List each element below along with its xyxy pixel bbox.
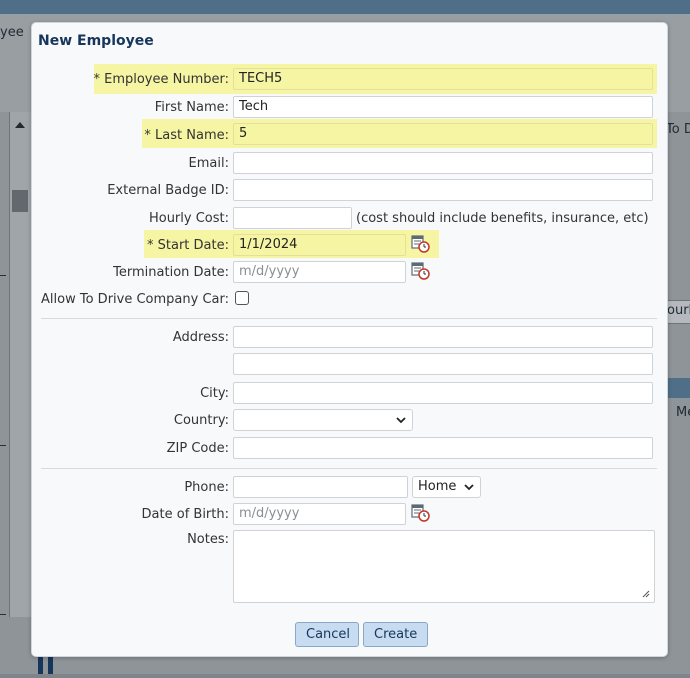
calendar-clock-icon[interactable] (410, 233, 432, 255)
background-tick (0, 614, 6, 615)
phone-label: Phone: (184, 480, 229, 495)
background-text-fragment: yee (0, 25, 24, 40)
address-line1-input[interactable] (233, 326, 653, 348)
email-label: Email: (188, 156, 229, 171)
employee-number-input[interactable]: TECH5 (233, 68, 653, 90)
country-label: Country: (173, 413, 229, 428)
background-text-fragment: Me (676, 405, 690, 420)
section-divider (41, 468, 657, 469)
zip-code-label: ZIP Code: (166, 441, 229, 456)
background-tick (0, 445, 6, 446)
allow-drive-checkbox[interactable] (235, 291, 249, 305)
background-header-fragment (665, 378, 690, 398)
start-date-label: * Start Date: (147, 238, 229, 253)
chevron-down-icon (396, 417, 406, 424)
city-input[interactable] (233, 382, 653, 404)
country-select[interactable] (233, 409, 413, 431)
calendar-clock-icon[interactable] (410, 502, 432, 524)
background-scrollbar (9, 112, 32, 617)
calendar-clock-icon[interactable] (410, 260, 432, 282)
termination-date-label: Termination Date: (113, 265, 229, 280)
allow-drive-label: Allow To Drive Company Car: (41, 292, 229, 307)
address-label: Address: (172, 330, 229, 345)
external-badge-id-input[interactable] (233, 179, 653, 201)
create-button[interactable]: Create (363, 622, 428, 647)
background-text-fragment: ourly (667, 303, 690, 318)
address-line2-input[interactable] (233, 353, 653, 375)
background-scrollbar-thumb (12, 190, 28, 212)
notes-textarea[interactable] (233, 530, 655, 603)
chevron-down-icon (464, 484, 474, 491)
hourly-cost-hint: (cost should include benefits, insurance… (356, 211, 649, 226)
last-name-input[interactable]: 5 (233, 123, 653, 145)
zip-code-input[interactable] (233, 437, 653, 459)
background-tick (0, 275, 6, 276)
first-name-label: First Name: (154, 100, 229, 115)
start-date-input[interactable]: 1/1/2024 (233, 234, 406, 256)
scroll-up-arrow-icon (15, 122, 25, 128)
notes-label: Notes: (187, 532, 229, 547)
first-name-input[interactable]: Tech (233, 96, 653, 118)
termination-date-input[interactable]: m/d/yyyy (233, 261, 406, 283)
email-input[interactable] (233, 152, 653, 174)
section-divider (41, 318, 657, 319)
last-name-label: * Last Name: (144, 128, 229, 143)
background-bars (38, 655, 62, 674)
cancel-button[interactable]: Cancel (295, 622, 359, 647)
dialog-title: New Employee (38, 33, 154, 49)
app-top-bar (0, 0, 690, 14)
date-of-birth-input[interactable]: m/d/yyyy (233, 503, 406, 525)
hourly-cost-input[interactable] (233, 207, 352, 229)
city-label: City: (200, 386, 229, 401)
phone-input[interactable] (233, 476, 408, 498)
phone-type-select[interactable]: Home (412, 476, 481, 498)
new-employee-dialog: New Employee * Employee Number: TECH5 Fi… (31, 22, 668, 657)
hourly-cost-label: Hourly Cost: (148, 211, 229, 226)
date-of-birth-label: Date of Birth: (141, 507, 229, 522)
external-badge-id-label: External Badge ID: (107, 183, 229, 198)
resize-grip-icon[interactable] (642, 590, 650, 598)
background-text-fragment: To D (666, 122, 690, 137)
employee-number-label: * Employee Number: (93, 72, 229, 87)
phone-type-value: Home (418, 479, 457, 494)
